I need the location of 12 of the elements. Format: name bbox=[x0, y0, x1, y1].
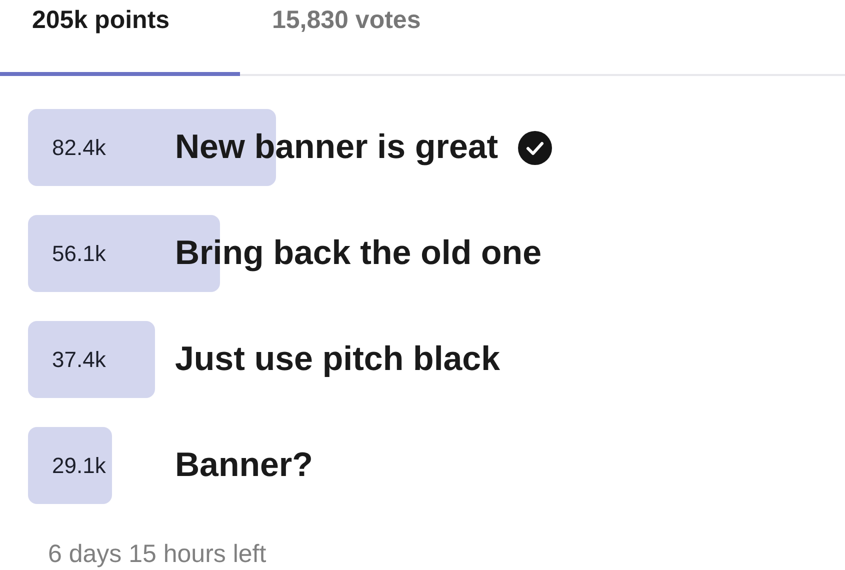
vote-count: 82.4k bbox=[51, 134, 107, 160]
option-label: Bring back the old one bbox=[175, 234, 542, 273]
option-label: Just use pitch black bbox=[175, 340, 500, 379]
option-label: New banner is great bbox=[175, 128, 498, 167]
vote-count: 37.4k bbox=[51, 346, 107, 372]
vote-count: 56.1k bbox=[51, 240, 107, 266]
option-label: Banner? bbox=[175, 446, 313, 485]
time-remaining: 6 days 15 hours left bbox=[48, 540, 266, 568]
check-icon bbox=[518, 130, 552, 164]
tab[interactable]: 205k points bbox=[0, 0, 240, 76]
vote-count: 29.1k bbox=[51, 452, 107, 478]
tab[interactable]: 15,830 votes bbox=[240, 0, 480, 76]
